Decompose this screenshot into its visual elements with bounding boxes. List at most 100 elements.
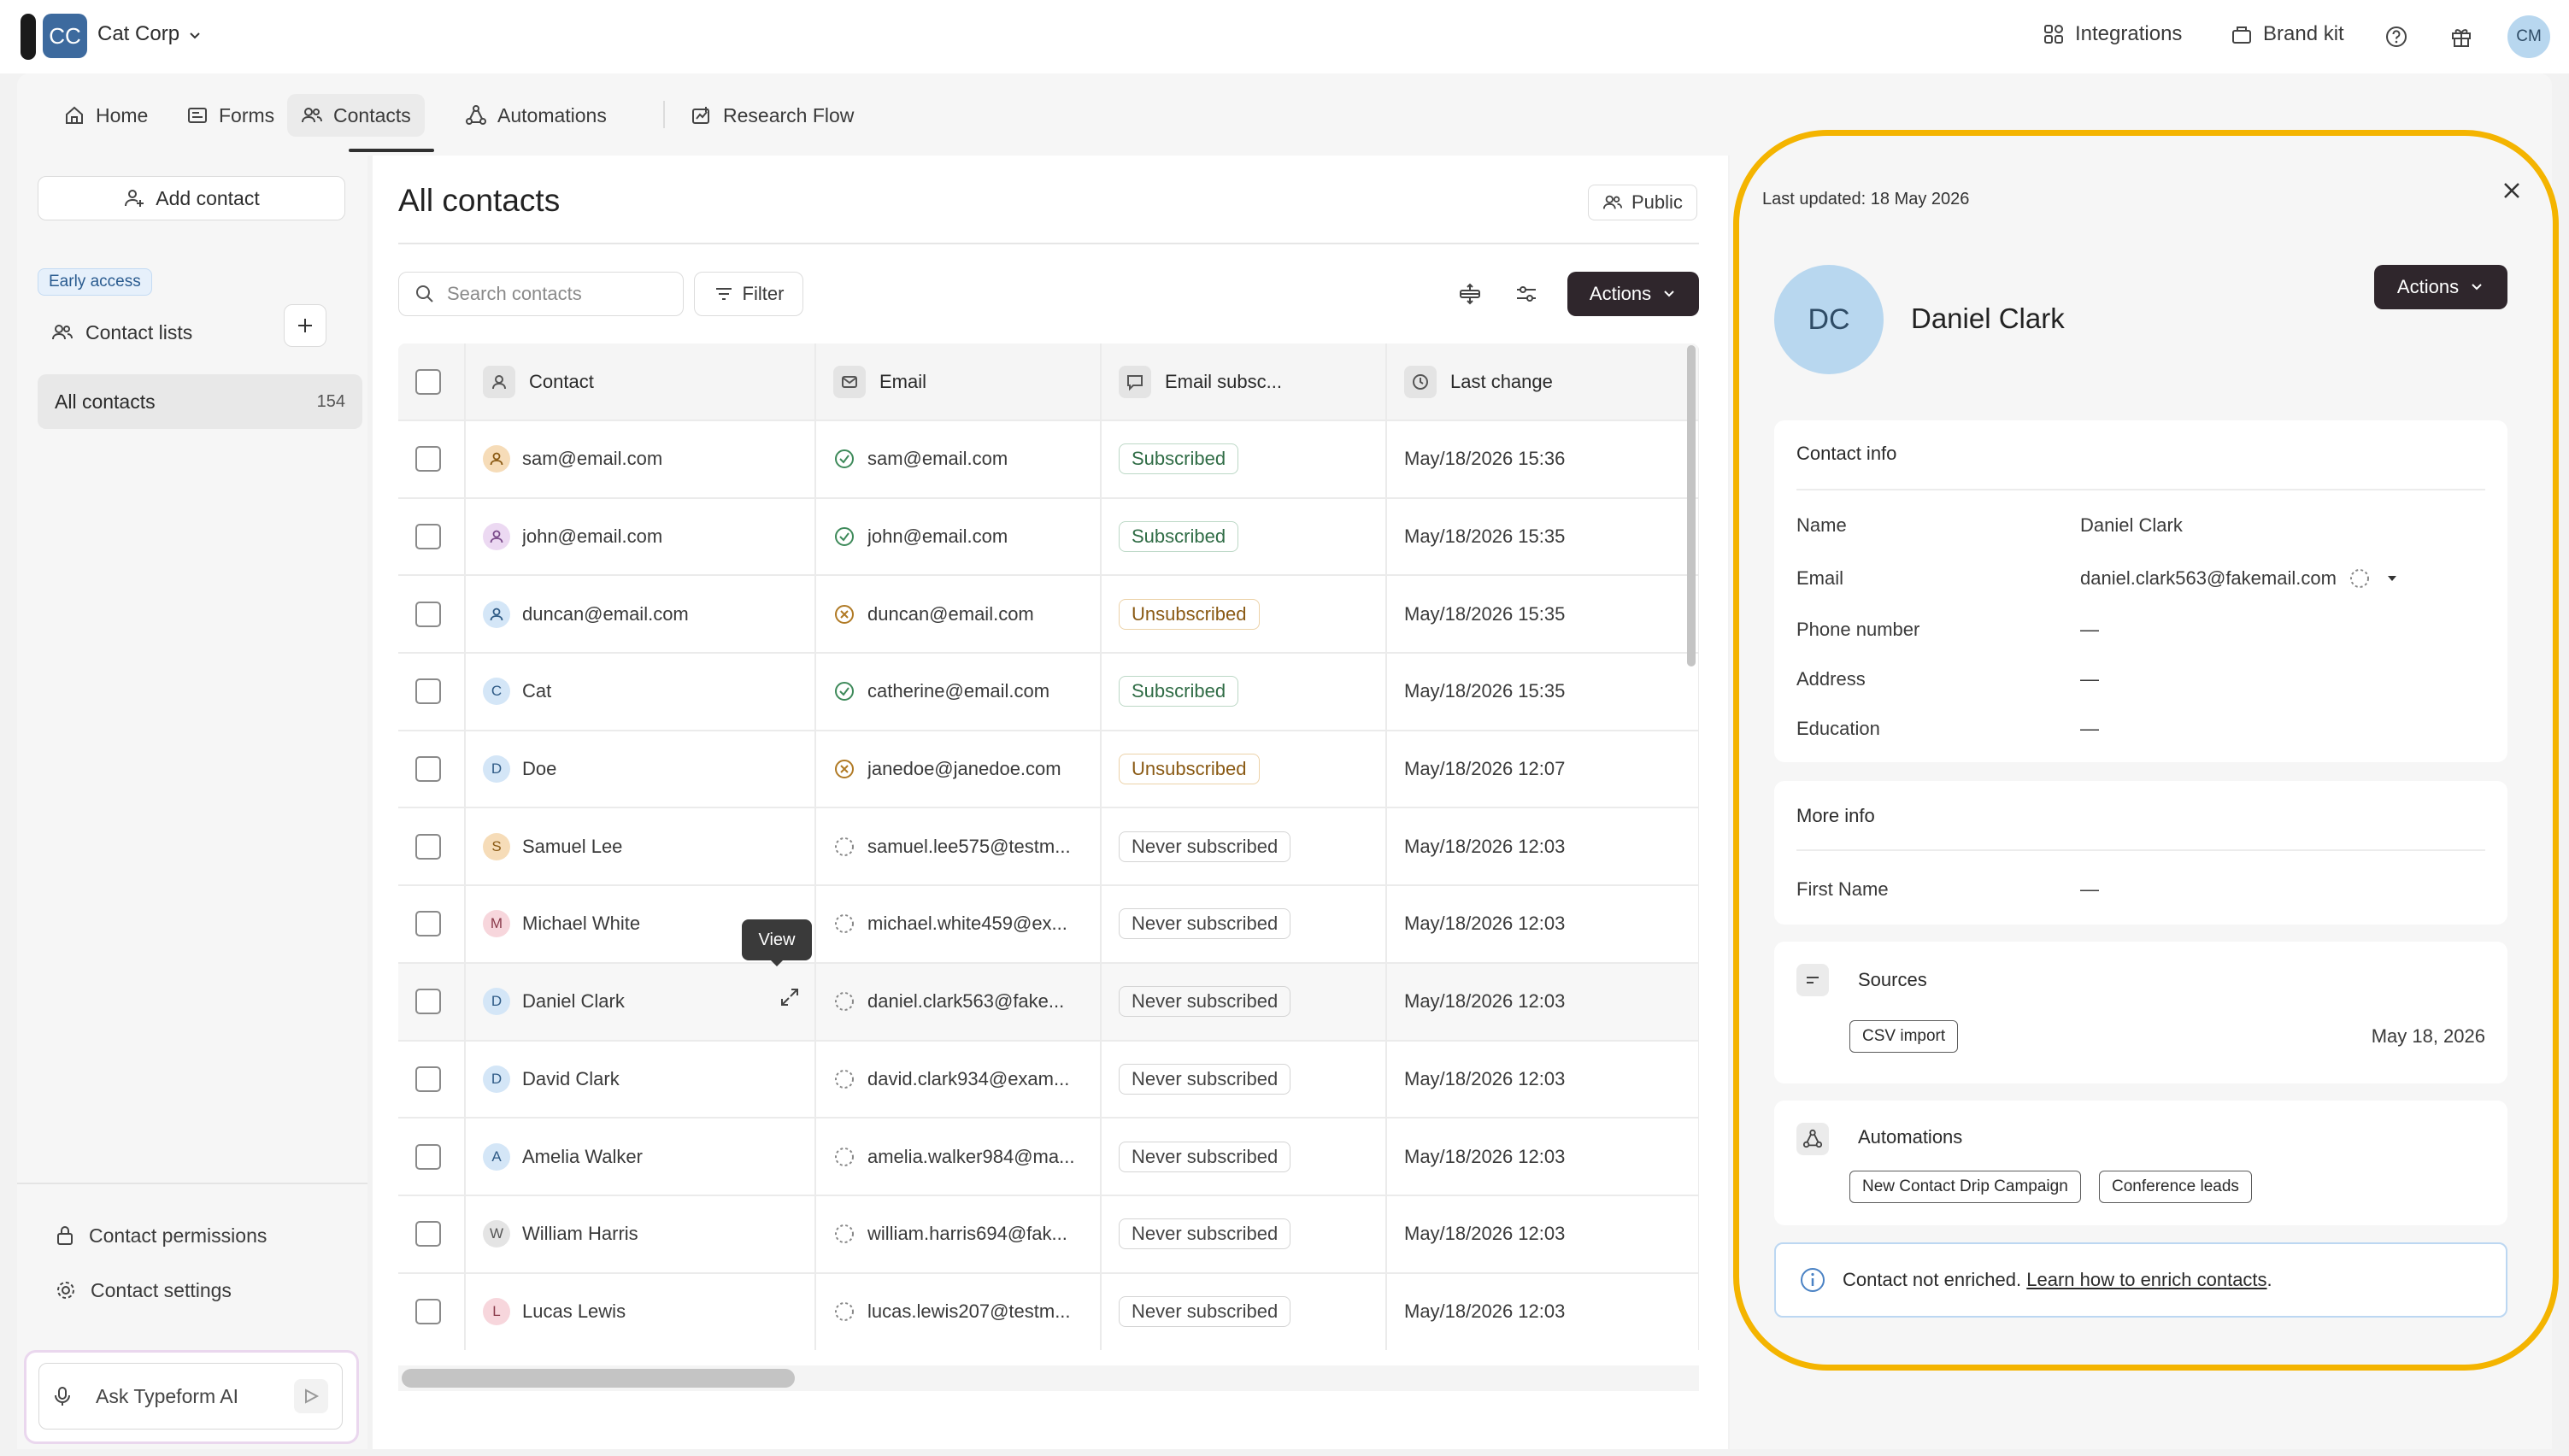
table-row[interactable]: S Samuel Lee samuel.lee575@testm... Never s… [398,807,1699,886]
chevron-down-icon[interactable] [186,27,203,44]
filter-button[interactable]: Filter [694,272,803,316]
actions-button[interactable]: Actions [1567,272,1699,316]
contact-name[interactable]: William Harris [522,1223,638,1245]
email-cell[interactable]: janedoe@janedoe.com [815,729,1102,808]
contact-cell[interactable]: john@email.com [465,496,816,576]
email-cell[interactable]: william.harris694@fak... [815,1194,1102,1273]
field-education-value[interactable]: — [2080,718,2099,740]
row-checkbox[interactable] [415,989,441,1015]
table-row[interactable]: D Daniel Clark daniel.clark563@fake... Neve… [398,961,1699,1041]
row-density-button[interactable] [1453,277,1487,311]
horizontal-scrollbar[interactable] [402,1369,795,1388]
table-row[interactable]: duncan@email.com duncan@email.com Unsubscr… [398,574,1699,654]
contact-name[interactable]: Doe [522,758,556,780]
column-settings-button[interactable] [1509,277,1543,311]
email-cell[interactable]: john@email.com [815,496,1102,576]
email-cell[interactable]: michael.white459@ex... [815,884,1102,963]
tab-contacts[interactable]: Contacts [287,94,425,137]
row-checkbox[interactable] [415,601,441,627]
contact-name[interactable]: Lucas Lewis [522,1300,626,1323]
tab-forms[interactable]: Forms [173,94,288,137]
contact-cell[interactable]: A Amelia Walker [465,1117,816,1195]
field-first-name-value[interactable]: — [2080,878,2099,901]
automation-tag-conference[interactable]: Conference leads [2099,1171,2252,1203]
row-checkbox[interactable] [415,1066,441,1092]
email-cell[interactable]: david.clark934@exam... [815,1039,1102,1118]
contact-cell[interactable]: S Samuel Lee [465,807,816,886]
table-row[interactable]: sam@email.com sam@email.com Subscribed May/… [398,420,1699,498]
row-checkbox[interactable] [415,678,441,705]
search-input[interactable]: Search contacts [398,272,684,316]
row-checkbox[interactable] [415,1221,441,1248]
tab-research-flow[interactable]: Research Flow [677,94,867,137]
contact-name[interactable]: duncan@email.com [522,603,689,625]
help-icon[interactable] [2384,25,2408,49]
microphone-icon[interactable] [53,1385,72,1407]
email-cell[interactable]: lucas.lewis207@testm... [815,1271,1102,1351]
table-row[interactable]: D David Clark david.clark934@exam... Never … [398,1039,1699,1118]
field-name-value[interactable]: Daniel Clark [2080,514,2183,537]
row-checkbox[interactable] [415,524,441,550]
email-cell[interactable]: daniel.clark563@fake... [815,961,1102,1041]
contact-actions-button[interactable]: Actions [2374,265,2507,309]
sidebar-toggle[interactable] [21,14,36,60]
email-cell[interactable]: samuel.lee575@testm... [815,807,1102,886]
contact-cell[interactable]: sam@email.com [465,420,816,498]
contact-name[interactable]: john@email.com [522,525,662,548]
public-button[interactable]: Public [1588,185,1697,220]
contact-cell[interactable]: W William Harris [465,1194,816,1273]
sidebar-item-contact-settings[interactable]: Contact settings [55,1273,232,1307]
select-all-checkbox[interactable] [415,368,441,395]
row-checkbox[interactable] [415,446,441,473]
user-avatar[interactable]: CM [2507,15,2550,58]
add-list-button[interactable] [284,304,326,347]
column-header-email-subscription[interactable]: Email subsc... [1101,343,1387,420]
contact-cell[interactable]: D Doe [465,729,816,808]
contact-cell[interactable]: L Lucas Lewis [465,1271,816,1351]
contact-cell[interactable]: D David Clark [465,1039,816,1118]
contact-name[interactable]: sam@email.com [522,448,662,470]
tab-automations[interactable]: Automations [451,94,620,137]
column-header-email[interactable]: Email [815,343,1102,420]
row-checkbox[interactable] [415,1299,441,1325]
row-checkbox[interactable] [415,1143,441,1170]
automation-tag-drip[interactable]: New Contact Drip Campaign [1849,1171,2081,1203]
gift-icon[interactable] [2449,25,2473,49]
contact-name[interactable]: Amelia Walker [522,1146,643,1168]
contact-name[interactable]: Cat [522,680,551,702]
enrich-learn-link[interactable]: Learn how to enrich contacts [2026,1269,2266,1290]
table-row[interactable]: M Michael White michael.white459@ex... Neve… [398,884,1699,963]
expand-icon[interactable] [779,986,801,1008]
table-row[interactable]: W William Harris william.harris694@fak... N… [398,1194,1699,1273]
row-checkbox[interactable] [415,833,441,860]
contact-name[interactable]: David Clark [522,1068,620,1090]
contact-name[interactable]: Daniel Clark [522,990,625,1013]
workspace-name[interactable]: Cat Corp [97,22,179,46]
email-cell[interactable]: amelia.walker984@ma... [815,1117,1102,1195]
contact-cell[interactable]: duncan@email.com [465,574,816,654]
brand-kit-link[interactable]: Brand kit [2231,22,2344,46]
row-checkbox[interactable] [415,756,441,783]
sidebar-item-contact-permissions[interactable]: Contact permissions [55,1218,267,1253]
field-address-value[interactable]: — [2080,668,2099,690]
close-icon[interactable] [2497,176,2526,205]
field-email-value[interactable]: daniel.clark563@fakemail.com [2080,567,2401,590]
row-checkbox[interactable] [415,911,441,937]
table-row[interactable]: john@email.com john@email.com Subscribed Ma… [398,496,1699,576]
sidebar-item-all-contacts[interactable]: All contacts 154 [38,374,362,429]
email-cell[interactable]: sam@email.com [815,420,1102,498]
dropdown-caret-icon[interactable] [2383,569,2401,588]
email-cell[interactable]: catherine@email.com [815,652,1102,731]
contact-cell[interactable]: D Daniel Clark [465,961,816,1041]
email-cell[interactable]: duncan@email.com [815,574,1102,654]
send-button[interactable] [294,1379,328,1413]
tab-home[interactable]: Home [50,94,162,137]
add-contact-button[interactable]: Add contact [38,176,345,220]
table-row[interactable]: L Lucas Lewis lucas.lewis207@testm... Never… [398,1271,1699,1351]
contact-name[interactable]: Samuel Lee [522,836,622,858]
contact-cell[interactable]: C Cat [465,652,816,731]
column-header-last-change[interactable]: Last change [1386,343,1699,420]
table-row[interactable]: D Doe janedoe@janedoe.com Unsubscribed May/1… [398,729,1699,808]
workspace-logo[interactable]: CC [43,14,87,58]
contact-name[interactable]: Michael White [522,913,640,935]
